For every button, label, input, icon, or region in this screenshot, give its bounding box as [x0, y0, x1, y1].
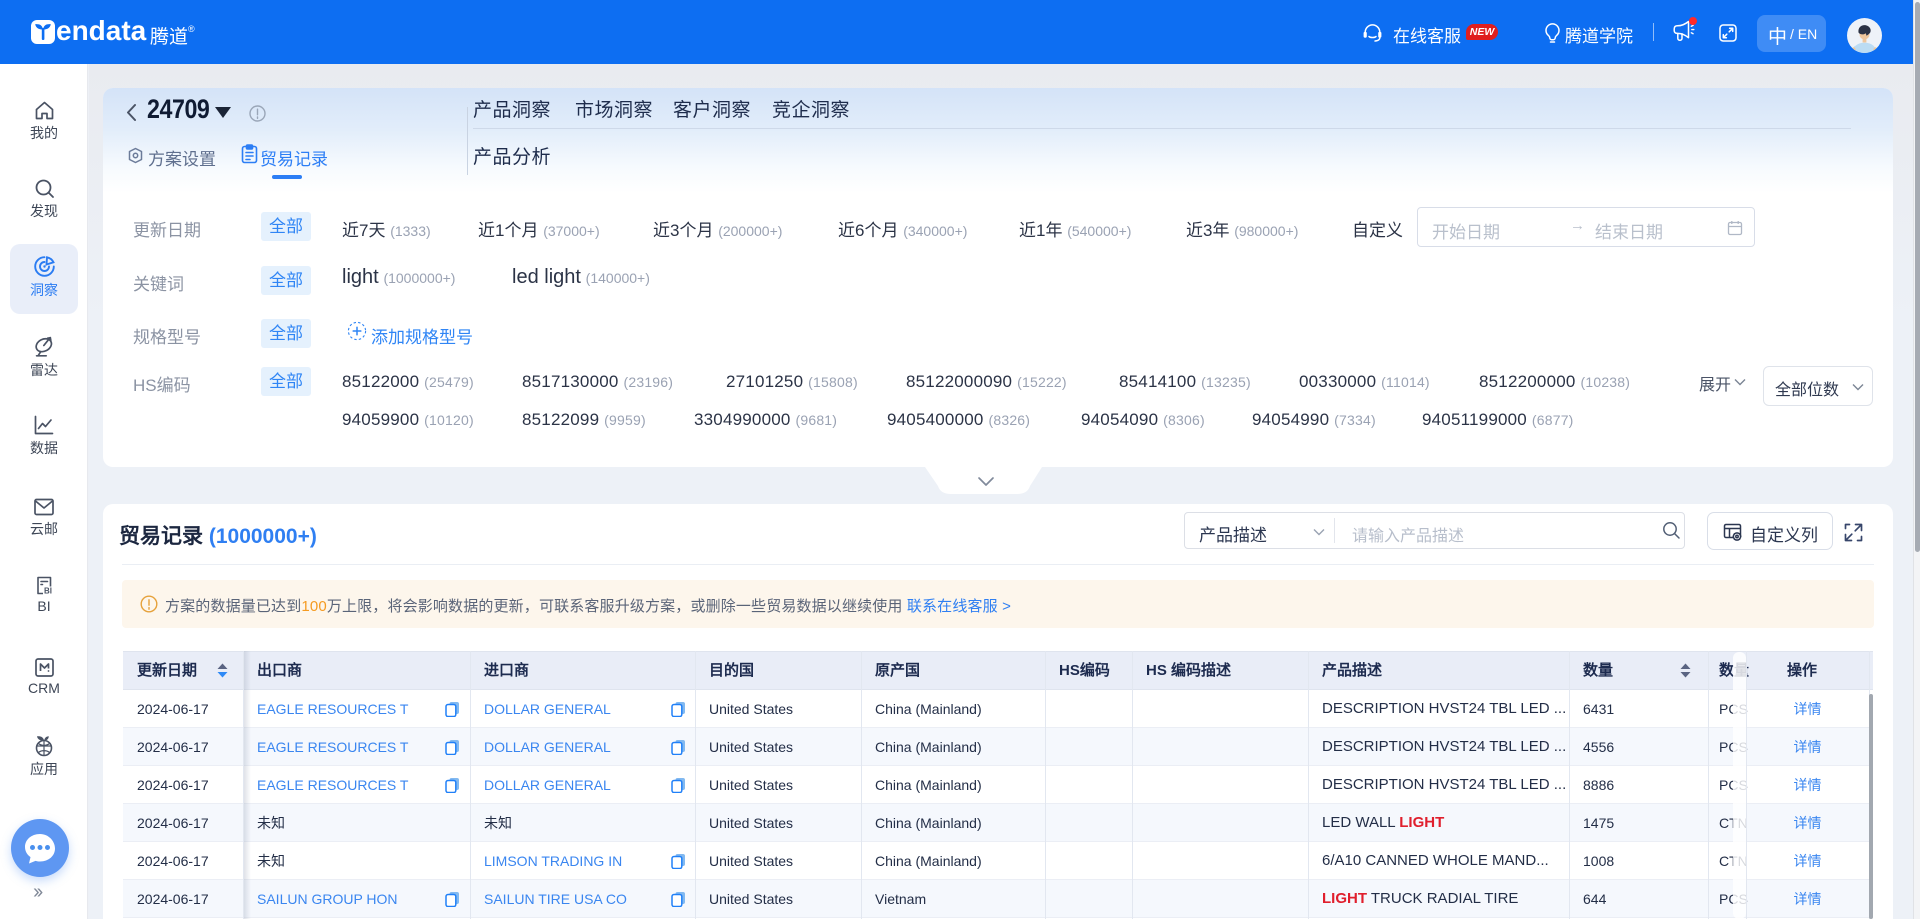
svg-text:BI: BI — [44, 587, 52, 596]
